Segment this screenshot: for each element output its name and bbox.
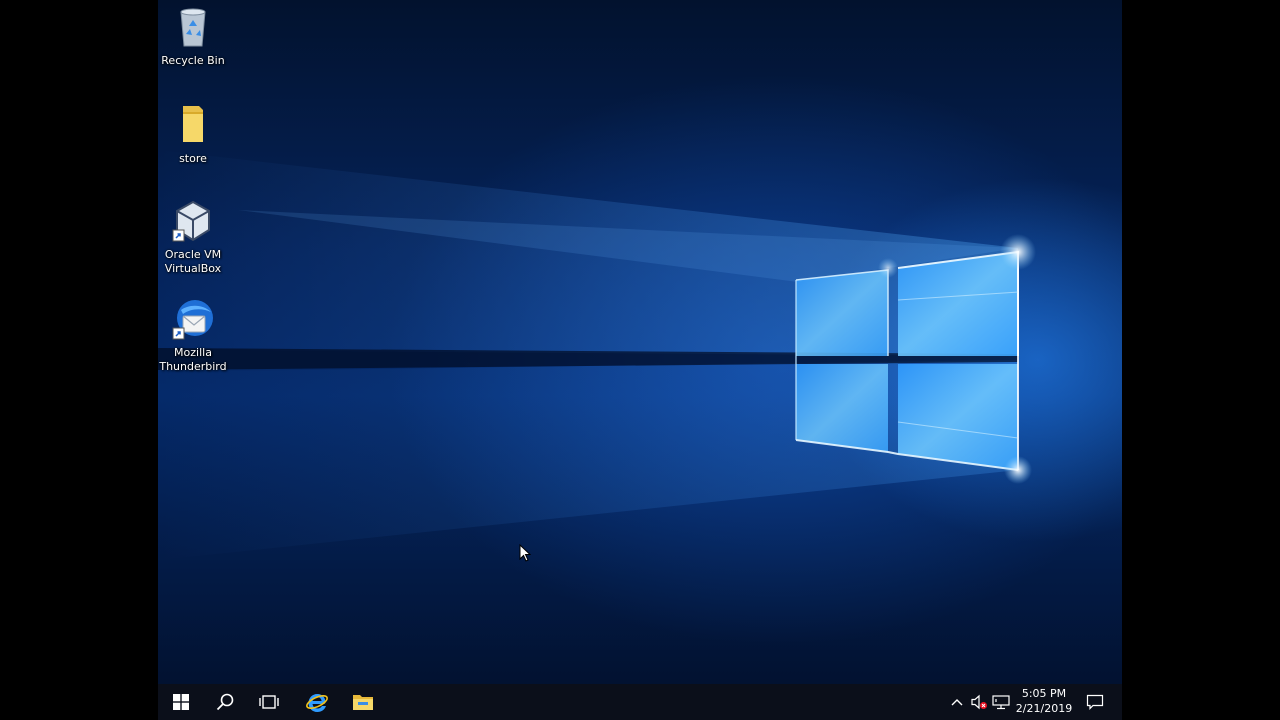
virtualbox-icon xyxy=(172,200,210,242)
taskbar: 5:05 PM 2/21/2019 xyxy=(158,684,1122,720)
desktop-icon-virtualbox[interactable]: Oracle VM VirtualBox xyxy=(158,198,228,276)
internet-explorer-icon xyxy=(306,694,328,712)
taskbar-clock[interactable]: 5:05 PM 2/21/2019 xyxy=(1008,686,1080,718)
volume-button[interactable] xyxy=(968,684,990,720)
folder-icon xyxy=(183,106,203,142)
action-center-button[interactable] xyxy=(1080,684,1110,720)
windows-start-icon xyxy=(173,694,189,710)
task-view-icon xyxy=(259,695,279,709)
start-button[interactable] xyxy=(158,684,204,720)
chevron-up-icon xyxy=(951,699,963,706)
search-button[interactable] xyxy=(202,684,248,720)
desktop-icon-recycle-bin[interactable]: Recycle Bin xyxy=(158,4,228,68)
wallpaper xyxy=(158,150,1036,560)
file-explorer-icon xyxy=(353,695,373,710)
desktop-icon-store-folder[interactable]: store xyxy=(158,102,228,166)
search-icon xyxy=(216,693,234,711)
desktop-icon-label: store xyxy=(179,152,207,165)
desktop-icon-label: Oracle VM VirtualBox xyxy=(164,248,222,275)
clock-time: 5:05 PM xyxy=(1021,687,1067,700)
desktop-screen: Recycle Bin store Oracle VM VirtualBox M… xyxy=(158,0,1122,720)
recycle-bin-icon xyxy=(180,8,206,47)
thunderbird-icon xyxy=(172,300,213,340)
speaker-muted-icon xyxy=(971,694,987,710)
task-view-button[interactable] xyxy=(246,684,292,720)
internet-explorer-button[interactable] xyxy=(294,684,340,720)
desktop-icon-label: Mozilla Thunderbird xyxy=(159,346,227,373)
desktop-icon-label: Recycle Bin xyxy=(161,54,225,67)
action-center-icon xyxy=(1086,694,1104,710)
show-hidden-icons-button[interactable] xyxy=(946,684,968,720)
mouse-cursor-icon xyxy=(519,544,531,562)
desktop-icon-thunderbird[interactable]: Mozilla Thunderbird xyxy=(158,296,228,374)
clock-date: 2/21/2019 xyxy=(1015,702,1073,715)
file-explorer-button[interactable] xyxy=(340,684,386,720)
